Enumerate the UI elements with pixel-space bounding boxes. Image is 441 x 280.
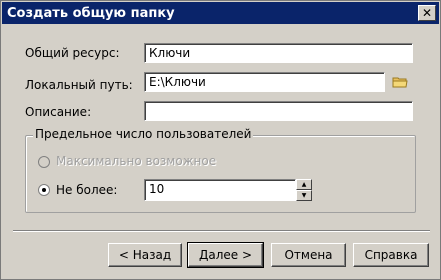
user-count-input[interactable]: 10 bbox=[144, 179, 296, 201]
max-allowed-label: Максимально возможное bbox=[56, 154, 217, 168]
spin-down-button[interactable]: ▼ bbox=[296, 190, 312, 201]
description-label: Описание: bbox=[25, 105, 92, 119]
no-more-than-radio[interactable] bbox=[38, 184, 50, 196]
close-icon: ✕ bbox=[421, 6, 433, 20]
user-limit-group bbox=[25, 135, 416, 213]
user-limit-group-label: Предельное число пользователей bbox=[33, 127, 254, 141]
back-button[interactable]: < Назад bbox=[108, 243, 182, 267]
spin-up-button[interactable]: ▲ bbox=[296, 179, 312, 190]
radio-selected-dot bbox=[42, 188, 46, 192]
max-allowed-radio[interactable] bbox=[38, 156, 50, 168]
local-path-label: Локальный путь: bbox=[25, 78, 133, 92]
local-path-input[interactable]: E:\Ключи bbox=[144, 72, 385, 92]
folder-icon[interactable] bbox=[392, 75, 408, 89]
share-label: Общий ресурс: bbox=[25, 46, 120, 60]
close-button[interactable]: ✕ bbox=[418, 5, 436, 21]
separator bbox=[13, 230, 430, 232]
arrow-up-icon: ▲ bbox=[301, 180, 307, 188]
next-button[interactable]: Далее > bbox=[187, 242, 264, 268]
user-count-stepper: ▲ ▼ bbox=[296, 179, 312, 201]
dialog-window: Создать общую папку ✕ Общий ресурс: Ключ… bbox=[0, 0, 441, 280]
share-input[interactable]: Ключи bbox=[144, 43, 413, 63]
no-more-than-label: Не более: bbox=[56, 183, 118, 197]
description-input[interactable] bbox=[144, 101, 413, 121]
title-bar: Создать общую папку ✕ bbox=[2, 2, 439, 24]
help-button[interactable]: Справка bbox=[353, 243, 429, 267]
cancel-button[interactable]: Отмена bbox=[271, 243, 346, 267]
window-title: Создать общую папку bbox=[7, 5, 175, 21]
arrow-down-icon: ▼ bbox=[301, 191, 307, 199]
